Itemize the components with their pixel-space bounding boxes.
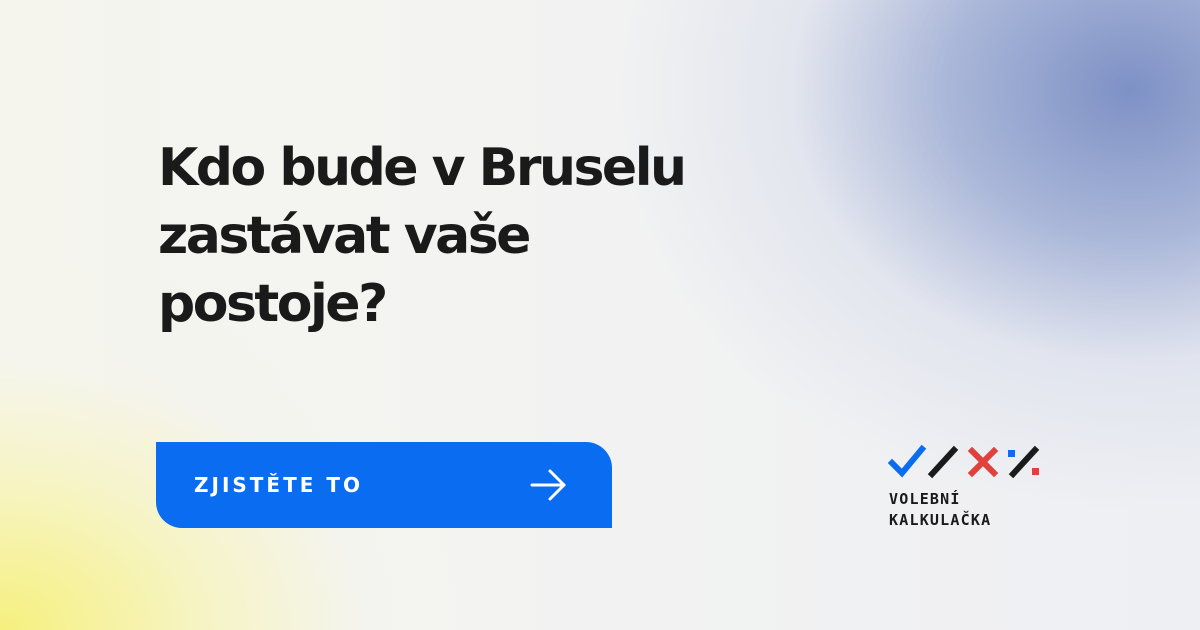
- headline-line-3: postoje?: [158, 274, 388, 334]
- headline-line-2: zastávat vaše: [158, 206, 531, 266]
- find-out-button-label: ZJISTĚTE TO: [194, 473, 364, 497]
- volebni-kalkulacka-logo[interactable]: VOLEBNÍ KALKULAČKA: [888, 444, 1058, 534]
- logo-line-2: KALKULAČKA: [889, 511, 992, 529]
- check-icon: [888, 444, 927, 478]
- headline-line-1: Kdo bude v Bruselu: [158, 138, 687, 198]
- cross-icon: [967, 446, 999, 478]
- headline: Kdo bude v Bruselu zastávat vaše postoje…: [158, 134, 718, 338]
- arrow-right-icon: [529, 468, 569, 502]
- logo-wordmark: VOLEBNÍ KALKULAČKA: [889, 489, 991, 531]
- slash-icon: [927, 445, 959, 479]
- percent-icon: [1008, 445, 1040, 479]
- logo-line-1: VOLEBNÍ: [889, 490, 961, 508]
